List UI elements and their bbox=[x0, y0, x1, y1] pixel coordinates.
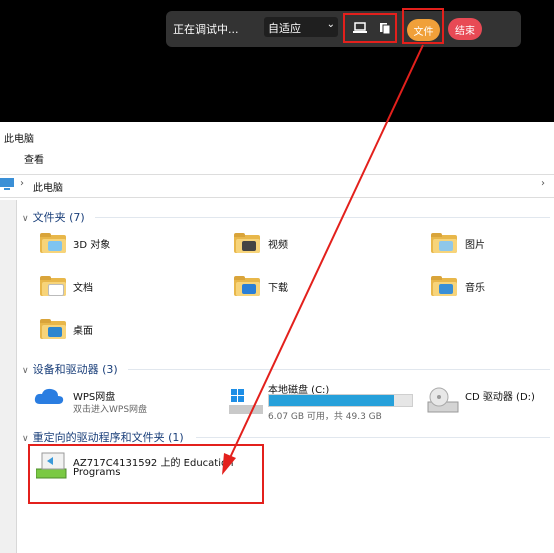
annotation-arrow bbox=[222, 44, 424, 475]
